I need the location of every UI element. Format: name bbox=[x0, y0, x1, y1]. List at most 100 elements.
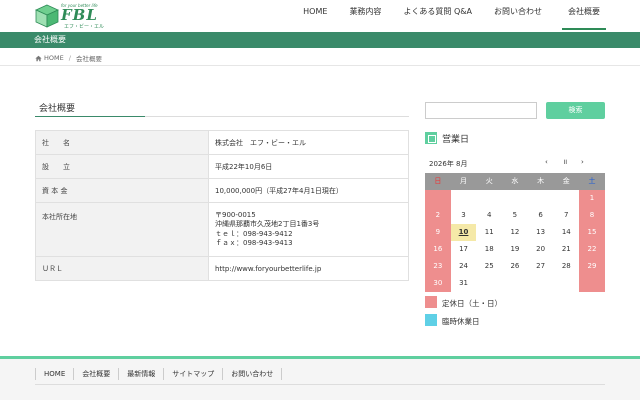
footer-nav-news[interactable]: 最新情報 bbox=[118, 368, 163, 380]
calendar-day: 12 bbox=[510, 228, 520, 236]
pause-button[interactable]: ॥ bbox=[563, 158, 567, 167]
calendar-day: 8 bbox=[579, 207, 605, 224]
calendar-empty-cell bbox=[502, 275, 528, 292]
calendar-day: 11 bbox=[484, 228, 494, 236]
company-info-table: 社 名 株式会社 エフ・ビー・エル 設 立 平成22年10月6日 資 本 金 1… bbox=[35, 130, 409, 281]
nav-faq[interactable]: よくある質問 Q&A bbox=[401, 0, 474, 30]
calendar-day: 26 bbox=[510, 262, 520, 270]
cube-logo-icon bbox=[35, 4, 59, 28]
next-month-button[interactable]: › bbox=[581, 158, 584, 166]
calendar-grid: 日 月 火 水 木 金 土 1 2 3 4 5 6 7 8 9 10 11 12 13 14 15 16 17 1… bbox=[425, 173, 605, 292]
calendar-week-row: 1 bbox=[425, 190, 605, 207]
calendar-day: 15 bbox=[579, 224, 605, 241]
table-row: 社 名 株式会社 エフ・ビー・エル bbox=[35, 130, 409, 155]
calendar-day: 31 bbox=[459, 279, 468, 287]
prev-month-button[interactable]: ‹ bbox=[545, 158, 548, 166]
calendar-day: 6 bbox=[538, 211, 543, 219]
calendar-day: 28 bbox=[561, 262, 571, 270]
site-header: for your better life FBL エフ・ビー・エル HOME 業… bbox=[0, 0, 640, 32]
table-row: 資 本 金 10,000,000円（平成27年4月1日現在） bbox=[35, 178, 409, 203]
calendar-day: 30 bbox=[425, 275, 451, 292]
table-row: 設 立 平成22年10月6日 bbox=[35, 154, 409, 179]
page-title-bar: 会社概要 bbox=[0, 32, 640, 48]
calendar-empty-cell bbox=[553, 275, 579, 292]
phone: ｔｅｌ：098-943-9412 bbox=[215, 229, 293, 238]
calendar-empty-cell bbox=[502, 190, 528, 207]
nav-contact[interactable]: お問い合わせ bbox=[492, 0, 544, 30]
calendar-day: 4 bbox=[486, 211, 492, 219]
table-row: 本社所在地 〒900-0015 沖縄県那覇市久茂地2丁目1番3号 ｔｅｌ：098… bbox=[35, 202, 409, 257]
calendar-day: 16 bbox=[425, 241, 451, 258]
breadcrumb-home[interactable]: HOME bbox=[44, 54, 64, 62]
site-footer: HOME 会社概要 最新情報 サイトマップ お問い合わせ bbox=[0, 356, 640, 400]
weekday-mon: 月 bbox=[450, 173, 477, 190]
calendar-empty-cell bbox=[476, 190, 502, 207]
calendar-empty-cell bbox=[476, 275, 502, 292]
section-heading: 会社概要 bbox=[35, 101, 409, 117]
calendar-day: 27 bbox=[536, 262, 546, 270]
breadcrumb-current: 会社概要 bbox=[75, 55, 102, 63]
calendar-day: 13 bbox=[536, 228, 546, 236]
weekday-sat: 土 bbox=[579, 173, 605, 190]
footer-nav-sitemap[interactable]: サイトマップ bbox=[163, 368, 222, 380]
legend-regular-holiday: 定休日（土・日） bbox=[425, 296, 605, 310]
row-value: 平成22年10月6日 bbox=[208, 154, 409, 179]
calendar-icon bbox=[425, 132, 437, 144]
global-nav: HOME 業務内容 よくある質問 Q&A お問い合わせ 会社概要 bbox=[283, 0, 606, 30]
calendar-day: 29 bbox=[579, 258, 605, 275]
calendar-empty-cell bbox=[528, 275, 554, 292]
row-label: ＵＲＬ bbox=[35, 256, 209, 281]
row-value: 10,000,000円（平成27年4月1日現在） bbox=[208, 178, 409, 203]
search-button[interactable]: 検索 bbox=[546, 102, 605, 119]
calendar-day: 20 bbox=[536, 245, 546, 253]
calendar-day: 25 bbox=[484, 262, 494, 270]
row-label: 本社所在地 bbox=[35, 202, 209, 257]
home-icon bbox=[35, 55, 42, 61]
legend-swatch-temporary bbox=[425, 314, 437, 326]
fax: ｆａｘ：098-943-9413 bbox=[215, 239, 293, 247]
calendar-day: 19 bbox=[510, 245, 520, 253]
address: 沖縄県那覇市久茂地2丁目1番3号 bbox=[215, 220, 320, 228]
calendar-day: 18 bbox=[484, 245, 494, 253]
calendar-heading: 営業日 bbox=[425, 131, 605, 145]
calendar-empty-cell bbox=[425, 190, 451, 207]
weekday-thu: 木 bbox=[527, 173, 554, 190]
breadcrumb-separator: / bbox=[68, 54, 71, 62]
legend-temporary-closure: 臨時休業日 bbox=[425, 314, 605, 328]
calendar-day: 24 bbox=[459, 262, 468, 270]
calendar-empty-cell bbox=[528, 190, 554, 207]
footer-divider bbox=[35, 384, 605, 385]
page-title: 会社概要 bbox=[34, 35, 66, 44]
calendar-day: 22 bbox=[579, 241, 605, 258]
calendar-empty-cell bbox=[579, 275, 605, 292]
breadcrumb: HOME / 会社概要 bbox=[0, 48, 640, 66]
calendar-nav: 2026年 8月 ‹ ॥ › bbox=[425, 157, 605, 171]
row-label: 設 立 bbox=[35, 154, 209, 179]
nav-home[interactable]: HOME bbox=[301, 0, 329, 30]
calendar-day: 9 bbox=[425, 224, 451, 241]
calendar-empty-cell bbox=[553, 190, 579, 207]
footer-nav: HOME 会社概要 最新情報 サイトマップ お問い合わせ bbox=[35, 367, 283, 381]
nav-services[interactable]: 業務内容 bbox=[347, 0, 383, 30]
table-row: ＵＲＬ http://www.foryourbetterlife.jp bbox=[35, 256, 409, 281]
postal-code: 〒900-0015 bbox=[215, 210, 256, 219]
footer-nav-company[interactable]: 会社概要 bbox=[73, 368, 118, 380]
calendar-day: 5 bbox=[512, 211, 518, 219]
weekday-tue: 火 bbox=[476, 173, 503, 190]
row-value: 株式会社 エフ・ビー・エル bbox=[208, 130, 409, 155]
legend-swatch-closed bbox=[425, 296, 437, 308]
calendar-day: 10 bbox=[450, 224, 477, 241]
url-link[interactable]: http://www.foryourbetterlife.jp bbox=[208, 256, 409, 281]
footer-nav-contact[interactable]: お問い合わせ bbox=[222, 368, 283, 380]
search-input[interactable] bbox=[425, 102, 537, 119]
footer-nav-home[interactable]: HOME bbox=[35, 368, 73, 380]
logo-subtitle: エフ・ビー・エル bbox=[64, 24, 105, 30]
calendar-month-label: 2026年 8月 bbox=[429, 160, 468, 168]
weekday-fri: 金 bbox=[553, 173, 580, 190]
calendar-day: 2 bbox=[425, 207, 451, 224]
calendar-week-row: 30 31 bbox=[425, 275, 605, 292]
nav-company[interactable]: 会社概要 bbox=[562, 0, 606, 30]
site-logo[interactable]: for your better life FBL エフ・ビー・エル bbox=[34, 3, 104, 31]
row-label: 社 名 bbox=[35, 130, 209, 155]
legend-label: 定休日（土・日） bbox=[442, 299, 502, 308]
